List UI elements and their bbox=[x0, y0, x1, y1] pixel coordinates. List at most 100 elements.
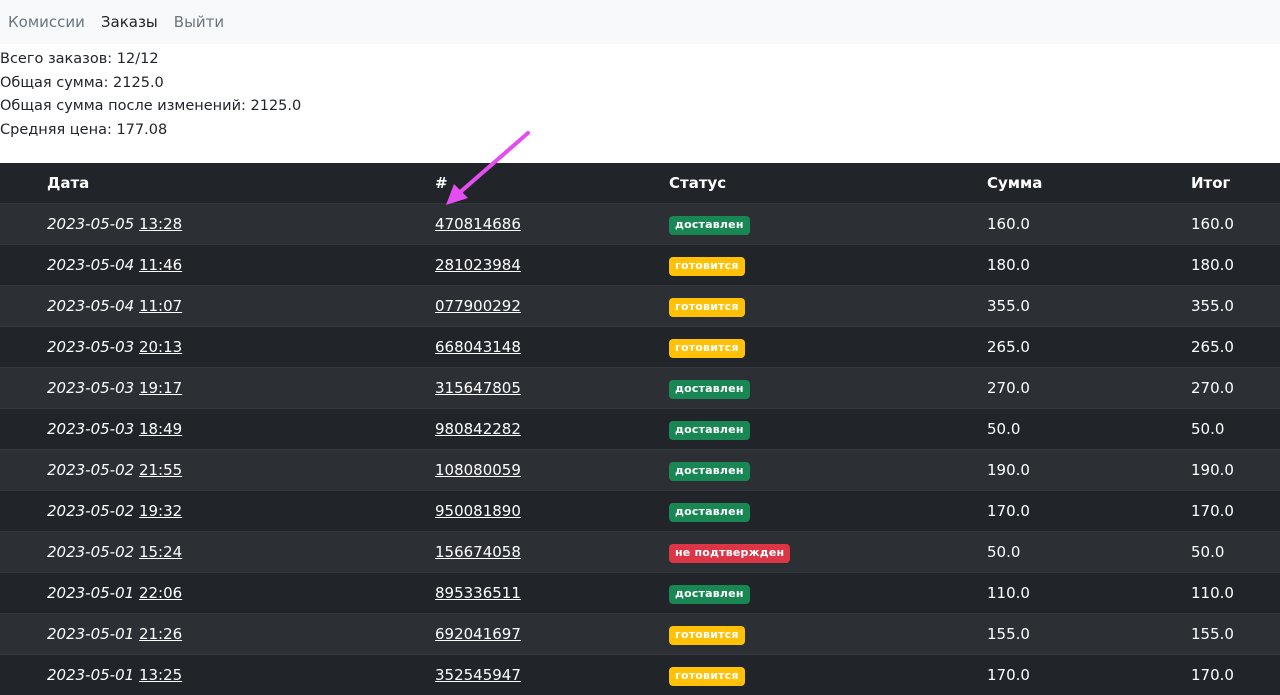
order-time-link[interactable]: 15:24 bbox=[139, 543, 182, 561]
order-number-cell: 895336511 bbox=[435, 573, 669, 614]
sum-cell: 50.0 bbox=[987, 532, 1191, 573]
nav-logout-link[interactable]: Выйти bbox=[174, 13, 224, 31]
date-cell: 2023-05-04 11:07 bbox=[0, 286, 435, 327]
order-date: 2023-05-01 bbox=[47, 584, 134, 602]
date-cell: 2023-05-02 21:55 bbox=[0, 450, 435, 491]
sum-cell: 190.0 bbox=[987, 450, 1191, 491]
date-cell: 2023-05-01 22:06 bbox=[0, 573, 435, 614]
order-number-link[interactable]: 352545947 bbox=[435, 666, 521, 684]
total-cell: 180.0 bbox=[1191, 245, 1280, 286]
order-time-link[interactable]: 11:07 bbox=[139, 297, 182, 315]
table-row: 2023-05-02 21:55108080059доставлен190.01… bbox=[0, 450, 1280, 491]
order-time-link[interactable]: 13:25 bbox=[139, 666, 182, 684]
order-time-link[interactable]: 19:32 bbox=[139, 502, 182, 520]
header-total: Итог bbox=[1191, 163, 1280, 204]
order-number-cell: 156674058 bbox=[435, 532, 669, 573]
order-time-link[interactable]: 13:28 bbox=[139, 215, 182, 233]
status-badge: доставлен bbox=[669, 585, 750, 604]
sum-cell: 155.0 bbox=[987, 614, 1191, 655]
order-date: 2023-05-04 bbox=[47, 297, 134, 315]
table-row: 2023-05-03 20:13668043148готовится265.02… bbox=[0, 327, 1280, 368]
order-number-link[interactable]: 281023984 bbox=[435, 256, 521, 274]
date-cell: 2023-05-03 20:13 bbox=[0, 327, 435, 368]
status-badge: доставлен bbox=[669, 380, 750, 399]
order-number-cell: 950081890 bbox=[435, 491, 669, 532]
table-row: 2023-05-03 18:49980842282доставлен50.050… bbox=[0, 409, 1280, 450]
nav-commissions-link[interactable]: Комиссии bbox=[8, 13, 85, 31]
order-number-link[interactable]: 980842282 bbox=[435, 420, 521, 438]
nav-orders-link[interactable]: Заказы bbox=[101, 13, 158, 31]
status-cell: готовится bbox=[669, 286, 987, 327]
order-number-cell: 470814686 bbox=[435, 204, 669, 245]
order-number-link[interactable]: 668043148 bbox=[435, 338, 521, 356]
order-number-link[interactable]: 895336511 bbox=[435, 584, 521, 602]
sum-cell: 355.0 bbox=[987, 286, 1191, 327]
order-date: 2023-05-03 bbox=[47, 420, 134, 438]
order-date: 2023-05-01 bbox=[47, 625, 134, 643]
order-time-link[interactable]: 20:13 bbox=[139, 338, 182, 356]
status-cell: доставлен bbox=[669, 491, 987, 532]
status-cell: доставлен bbox=[669, 450, 987, 491]
total-cell: 50.0 bbox=[1191, 409, 1280, 450]
status-cell: не подтвержден bbox=[669, 532, 987, 573]
orders-summary: Всего заказов: 12/12 Общая сумма: 2125.0… bbox=[0, 44, 1280, 142]
orders-table-container: Дата # Статус Сумма Итог 2023-05-05 13:2… bbox=[0, 163, 1270, 695]
order-number-link[interactable]: 108080059 bbox=[435, 461, 521, 479]
order-time-link[interactable]: 18:49 bbox=[139, 420, 182, 438]
total-cell: 170.0 bbox=[1191, 491, 1280, 532]
order-number-link[interactable]: 315647805 bbox=[435, 379, 521, 397]
table-row: 2023-05-04 11:46281023984готовится180.01… bbox=[0, 245, 1280, 286]
order-time-link[interactable]: 22:06 bbox=[139, 584, 182, 602]
total-orders-text: Всего заказов: 12/12 bbox=[0, 48, 1280, 72]
status-badge: готовится bbox=[669, 667, 745, 686]
total-cell: 110.0 bbox=[1191, 573, 1280, 614]
status-badge: доставлен bbox=[669, 503, 750, 522]
status-badge: не подтвержден bbox=[669, 544, 790, 563]
order-date: 2023-05-01 bbox=[47, 666, 134, 684]
status-badge: готовится bbox=[669, 626, 745, 645]
order-number-cell: 077900292 bbox=[435, 286, 669, 327]
sum-cell: 180.0 bbox=[987, 245, 1191, 286]
table-row: 2023-05-03 19:17315647805доставлен270.02… bbox=[0, 368, 1280, 409]
order-date: 2023-05-04 bbox=[47, 256, 134, 274]
date-cell: 2023-05-05 13:28 bbox=[0, 204, 435, 245]
orders-table-head: Дата # Статус Сумма Итог bbox=[0, 163, 1280, 204]
order-time-link[interactable]: 21:26 bbox=[139, 625, 182, 643]
order-number-cell: 281023984 bbox=[435, 245, 669, 286]
order-time-link[interactable]: 21:55 bbox=[139, 461, 182, 479]
top-navbar: Комиссии Заказы Выйти bbox=[0, 0, 1280, 44]
order-time-link[interactable]: 11:46 bbox=[139, 256, 182, 274]
order-time-link[interactable]: 19:17 bbox=[139, 379, 182, 397]
order-number-link[interactable]: 077900292 bbox=[435, 297, 521, 315]
order-number-link[interactable]: 692041697 bbox=[435, 625, 521, 643]
orders-table: Дата # Статус Сумма Итог 2023-05-05 13:2… bbox=[0, 163, 1280, 695]
sum-cell: 170.0 bbox=[987, 655, 1191, 695]
status-cell: готовится bbox=[669, 327, 987, 368]
order-number-link[interactable]: 470814686 bbox=[435, 215, 521, 233]
date-cell: 2023-05-03 18:49 bbox=[0, 409, 435, 450]
order-number-link[interactable]: 156674058 bbox=[435, 543, 521, 561]
orders-table-body: 2023-05-05 13:28470814686доставлен160.01… bbox=[0, 204, 1280, 695]
date-cell: 2023-05-01 13:25 bbox=[0, 655, 435, 695]
average-price-text: Средняя цена: 177.08 bbox=[0, 119, 1280, 143]
order-number-cell: 692041697 bbox=[435, 614, 669, 655]
header-order-number: # bbox=[435, 163, 669, 204]
total-cell: 170.0 bbox=[1191, 655, 1280, 695]
status-badge: готовится bbox=[669, 298, 745, 317]
order-date: 2023-05-02 bbox=[47, 502, 134, 520]
table-row: 2023-05-05 13:28470814686доставлен160.01… bbox=[0, 204, 1280, 245]
order-date: 2023-05-05 bbox=[47, 215, 134, 233]
table-row: 2023-05-02 19:32950081890доставлен170.01… bbox=[0, 491, 1280, 532]
order-number-link[interactable]: 950081890 bbox=[435, 502, 521, 520]
order-number-cell: 668043148 bbox=[435, 327, 669, 368]
date-cell: 2023-05-01 21:26 bbox=[0, 614, 435, 655]
order-date: 2023-05-02 bbox=[47, 461, 134, 479]
total-cell: 355.0 bbox=[1191, 286, 1280, 327]
table-row: 2023-05-01 21:26692041697готовится155.01… bbox=[0, 614, 1280, 655]
header-date: Дата bbox=[0, 163, 435, 204]
status-cell: готовится bbox=[669, 245, 987, 286]
status-badge: доставлен bbox=[669, 421, 750, 440]
total-cell: 50.0 bbox=[1191, 532, 1280, 573]
status-cell: доставлен bbox=[669, 573, 987, 614]
order-number-cell: 315647805 bbox=[435, 368, 669, 409]
